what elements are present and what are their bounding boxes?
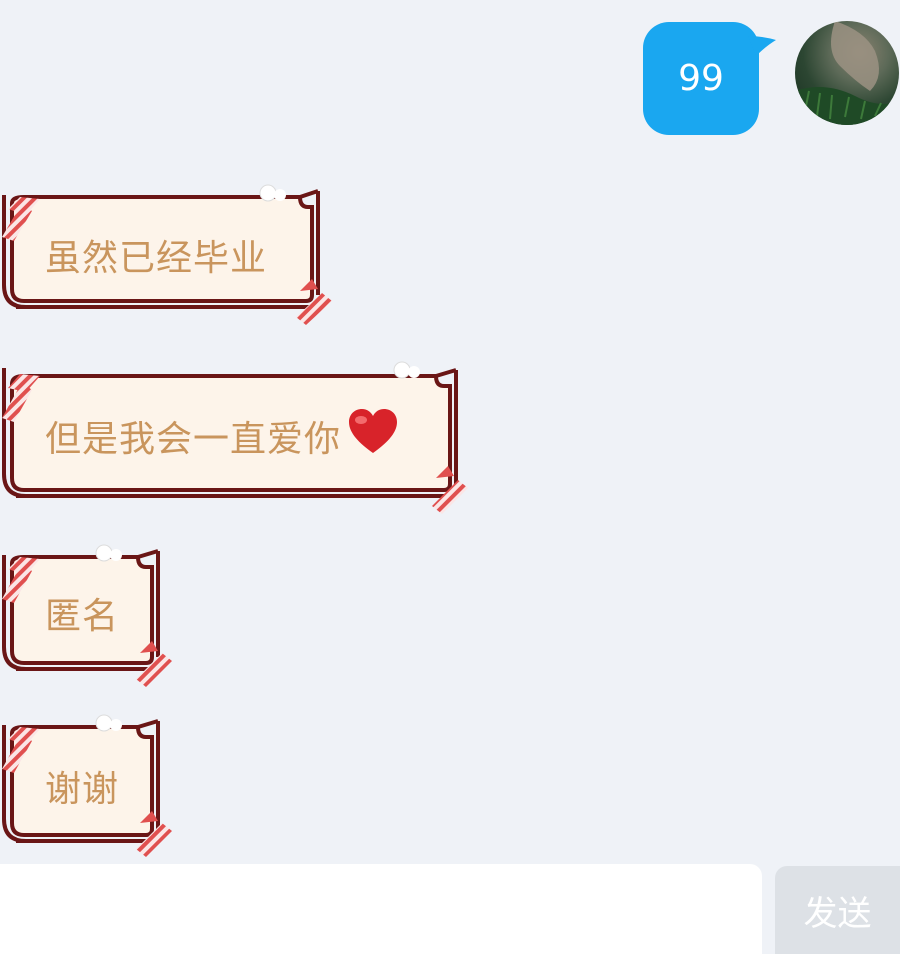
incoming-message-bubble[interactable]: 谢谢 (0, 714, 175, 857)
incoming-message-text: 虽然已经毕业 (45, 238, 268, 279)
bubble-tail-icon (748, 36, 776, 56)
incoming-message-bubble[interactable]: 但是我会一直爱你 (0, 358, 472, 514)
incoming-message-content: 但是我会一直爱你 (45, 358, 399, 514)
incoming-message-text: 匿名 (45, 596, 120, 637)
incoming-message-text: 但是我会一直爱你 (45, 419, 342, 460)
heart-emoji-icon (347, 408, 399, 464)
incoming-message-bubble[interactable]: 匿名 (0, 544, 175, 687)
message-input-bar: 发送 (0, 860, 900, 954)
send-button[interactable]: 发送 (775, 866, 900, 954)
chat-area[interactable]: 99 虽然已经毕业 但是我会一直爱你 匿名 谢谢 (0, 0, 900, 860)
incoming-message-text: 谢谢 (45, 769, 120, 810)
incoming-message-bubble[interactable]: 虽然已经毕业 (0, 184, 335, 325)
outgoing-message-bubble[interactable]: 99 (643, 22, 759, 135)
message-input[interactable] (0, 864, 762, 954)
avatar[interactable] (795, 21, 899, 125)
outgoing-message-text: 99 (678, 58, 724, 99)
avatar-photo-icon (795, 21, 899, 125)
